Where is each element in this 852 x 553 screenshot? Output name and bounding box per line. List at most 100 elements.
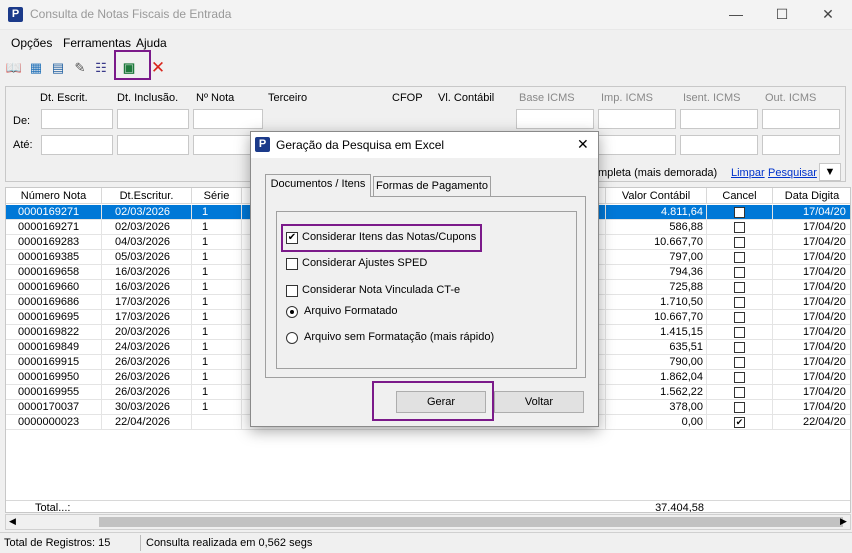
cell-dt: 17/03/2026	[102, 310, 192, 325]
voltar-button[interactable]: Voltar	[494, 391, 584, 413]
filter-header-nota: Nº Nota	[196, 92, 235, 104]
col-header-serie[interactable]: Série	[192, 188, 242, 204]
col-header-numero[interactable]: Número Nota	[6, 188, 102, 204]
gerar-button[interactable]: Gerar	[396, 391, 486, 413]
imp-icms-de-input[interactable]	[598, 109, 676, 129]
tab-panel: ✔ Considerar Itens das Notas/Cupons Cons…	[265, 196, 586, 378]
cell-serie: 1	[192, 250, 242, 265]
cancel-checkbox[interactable]	[734, 387, 745, 398]
horizontal-scrollbar[interactable]: ◀ ▶	[5, 514, 851, 530]
cell-data: 17/04/20	[773, 355, 850, 370]
cell-numero: 0000169955	[6, 385, 102, 400]
cancel-checkbox[interactable]	[734, 372, 745, 383]
close-icon[interactable]: ✕	[817, 4, 839, 26]
maximize-icon[interactable]: ☐	[771, 4, 793, 26]
cell-cancel	[707, 310, 773, 325]
cancel-x-icon[interactable]: ✕	[149, 58, 167, 78]
cancel-checkbox[interactable]	[734, 312, 745, 323]
cell-data: 17/04/20	[773, 250, 850, 265]
ajustes-checkbox[interactable]	[286, 258, 298, 270]
cell-data: 17/04/20	[773, 265, 850, 280]
formatado-radio[interactable]	[286, 306, 298, 318]
nota-de-input[interactable]	[193, 109, 263, 129]
cell-valor: 794,36	[606, 265, 707, 280]
itens-option-label: Considerar Itens das Notas/Cupons	[302, 231, 477, 243]
window-icon[interactable]: ▤	[49, 58, 67, 78]
cancel-checkbox[interactable]	[734, 297, 745, 308]
cancel-checkbox[interactable]	[734, 402, 745, 413]
cancel-checkbox[interactable]	[734, 222, 745, 233]
cell-numero: 0000169695	[6, 310, 102, 325]
isent-icms-ate-input[interactable]	[680, 135, 758, 155]
imp-icms-ate-input[interactable]	[598, 135, 676, 155]
cell-serie: 1	[192, 295, 242, 310]
col-header-valor[interactable]: Valor Contábil	[606, 188, 707, 204]
filter-header-dt-escrit: Dt. Escrit.	[40, 92, 88, 104]
itens-checkbox[interactable]: ✔	[286, 232, 298, 244]
tab-documentos-itens[interactable]: Documentos / Itens	[265, 174, 371, 197]
cell-data: 17/04/20	[773, 310, 850, 325]
eraser-icon[interactable]: ✎	[71, 58, 89, 78]
filter-header-terceiro: Terceiro	[268, 92, 308, 104]
cell-data: 17/04/20	[773, 205, 850, 220]
col-header-data-digita[interactable]: Data Digita	[773, 188, 850, 204]
cancel-checkbox[interactable]	[734, 237, 745, 248]
cancel-checkbox[interactable]	[734, 207, 745, 218]
dropdown-arrow-icon[interactable]: ▼	[819, 163, 841, 181]
cell-dt: 17/03/2026	[102, 295, 192, 310]
cancel-checkbox[interactable]	[734, 252, 745, 263]
cell-numero: 0000169822	[6, 325, 102, 340]
cell-data: 17/04/20	[773, 370, 850, 385]
open-book-icon[interactable]: 📖	[5, 58, 23, 78]
isent-icms-de-input[interactable]	[680, 109, 758, 129]
limpar-link[interactable]: Limpar	[731, 167, 765, 179]
cell-cancel	[707, 235, 773, 250]
scroll-thumb[interactable]	[99, 517, 843, 527]
pesquisar-link[interactable]: Pesquisar	[768, 167, 817, 179]
menu-ajuda[interactable]: Ajuda	[136, 36, 167, 50]
cancel-checkbox[interactable]	[734, 282, 745, 293]
cell-data: 17/04/20	[773, 295, 850, 310]
de-label: De:	[13, 115, 31, 127]
cell-serie: 1	[192, 355, 242, 370]
dt-escrit-de-input[interactable]	[41, 109, 113, 129]
books-icon[interactable]: ▦	[27, 58, 45, 78]
scroll-left-icon[interactable]: ◀	[9, 516, 16, 527]
cell-cancel	[707, 355, 773, 370]
cell-data: 17/04/20	[773, 385, 850, 400]
out-icms-de-input[interactable]	[762, 109, 840, 129]
cell-valor: 10.667,70	[606, 235, 707, 250]
dt-escrit-ate-input[interactable]	[41, 135, 113, 155]
col-header-dt-escritur[interactable]: Dt.Escritur.	[102, 188, 192, 204]
col-header-cancel[interactable]: Cancel	[707, 188, 773, 204]
cancel-checkbox[interactable]	[734, 327, 745, 338]
cell-dt: 26/03/2026	[102, 355, 192, 370]
menu-opcoes[interactable]: Opções	[11, 36, 52, 50]
minimize-icon[interactable]: —	[725, 4, 747, 26]
sem-formatacao-radio[interactable]	[286, 332, 298, 344]
cancel-checkbox[interactable]	[734, 342, 745, 353]
cancel-checkbox[interactable]	[734, 357, 745, 368]
dialog-close-icon[interactable]: ✕	[577, 136, 589, 153]
dt-inclusao-ate-input[interactable]	[117, 135, 189, 155]
report-icon[interactable]: ☷	[92, 58, 110, 78]
ajustes-option-label: Considerar Ajustes SPED	[302, 257, 428, 269]
cell-valor: 635,51	[606, 340, 707, 355]
tab-formas-pagamento[interactable]: Formas de Pagamento	[373, 176, 491, 196]
cancel-checkbox[interactable]	[734, 267, 745, 278]
cell-serie: 1	[192, 220, 242, 235]
cell-cancel	[707, 265, 773, 280]
dt-inclusao-de-input[interactable]	[117, 109, 189, 129]
cell-serie: 1	[192, 280, 242, 295]
sem-formatacao-label: Arquivo sem Formatação (mais rápido)	[304, 331, 495, 343]
base-icms-de-input[interactable]	[516, 109, 594, 129]
excel-export-dialog: P Geração da Pesquisa em Excel ✕ Documen…	[250, 131, 599, 427]
cancel-checkbox[interactable]: ✔	[734, 417, 745, 428]
excel-export-icon[interactable]: ▣	[120, 58, 138, 78]
dialog-title-bar: P Geração da Pesquisa em Excel ✕	[251, 132, 598, 158]
menu-ferramentas[interactable]: Ferramentas	[63, 36, 131, 50]
cell-numero: 0000170037	[6, 400, 102, 415]
cte-checkbox[interactable]	[286, 285, 298, 297]
scroll-right-icon[interactable]: ▶	[840, 516, 847, 527]
out-icms-ate-input[interactable]	[762, 135, 840, 155]
